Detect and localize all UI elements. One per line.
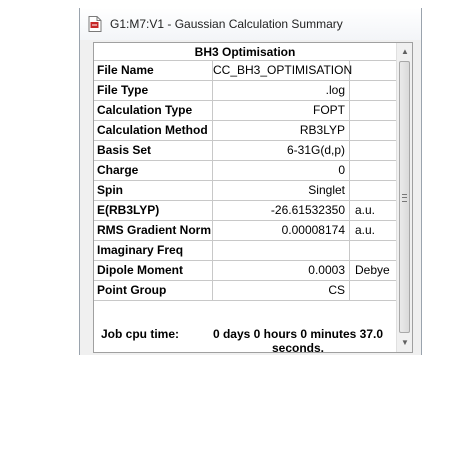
row-value: CC_BH3_OPTIMISATION bbox=[213, 61, 352, 80]
chevron-up-icon[interactable]: ▲ bbox=[397, 44, 413, 60]
job-cpu-label: Job cpu time: bbox=[101, 327, 180, 341]
window-title: G1:M7:V1 - Gaussian Calculation Summary bbox=[110, 17, 343, 31]
gaussian-summary-window: G1:M7:V1 - Gaussian Calculation Summary … bbox=[79, 8, 422, 355]
title-bar[interactable]: G1:M7:V1 - Gaussian Calculation Summary bbox=[80, 8, 421, 40]
row-label: RMS Gradient Norm bbox=[94, 221, 213, 240]
table-row: File Type .log bbox=[94, 81, 396, 101]
table-row: Imaginary Freq bbox=[94, 241, 396, 261]
row-label: File Name bbox=[94, 61, 213, 80]
row-label: E(RB3LYP) bbox=[94, 201, 213, 220]
gaussian-document-icon bbox=[88, 16, 102, 32]
summary-panel: BH3 Optimisation File Name CC_BH3_OPTIMI… bbox=[93, 42, 413, 355]
row-value: FOPT bbox=[213, 101, 350, 120]
row-value: -26.61532350 bbox=[213, 201, 350, 220]
row-label: File Type bbox=[94, 81, 213, 100]
row-value bbox=[213, 241, 350, 260]
scroll-thumb[interactable] bbox=[399, 61, 410, 333]
job-cpu-footer: Job cpu time: 0 days 0 hours 0 minutes 3… bbox=[94, 319, 396, 355]
table-row: Spin Singlet bbox=[94, 181, 396, 201]
vertical-scrollbar[interactable]: ▲ ▼ bbox=[396, 43, 412, 352]
row-label: Calculation Type bbox=[94, 101, 213, 120]
row-unit bbox=[350, 141, 396, 160]
row-label: Charge bbox=[94, 161, 213, 180]
table-row: RMS Gradient Norm 0.00008174 a.u. bbox=[94, 221, 396, 241]
table-row: Basis Set 6-31G(d,p) bbox=[94, 141, 396, 161]
row-unit bbox=[350, 281, 396, 300]
row-label: Point Group bbox=[94, 281, 213, 300]
row-unit: a.u. bbox=[355, 223, 376, 237]
row-value: 0.0003 bbox=[213, 261, 350, 280]
row-unit bbox=[350, 241, 396, 260]
table-row: Dipole Moment 0.0003 Debye bbox=[94, 261, 396, 281]
grip-icon bbox=[402, 194, 407, 202]
row-label: Calculation Method bbox=[94, 121, 213, 140]
row-label: Imaginary Freq bbox=[94, 241, 213, 260]
row-unit bbox=[350, 181, 396, 200]
row-unit: a.u. bbox=[355, 203, 376, 217]
row-value: RB3LYP bbox=[213, 121, 350, 140]
row-value: Singlet bbox=[213, 181, 350, 200]
row-value: 6-31G(d,p) bbox=[213, 141, 350, 160]
row-label: Basis Set bbox=[94, 141, 213, 160]
table-row: Charge 0 bbox=[94, 161, 396, 181]
row-value: 0.00008174 bbox=[213, 221, 350, 240]
row-label: Dipole Moment bbox=[94, 261, 213, 280]
row-unit bbox=[350, 161, 396, 180]
summary-grid: BH3 Optimisation File Name CC_BH3_OPTIMI… bbox=[94, 43, 396, 355]
table-row: Point Group CS bbox=[94, 281, 396, 301]
row-unit bbox=[350, 101, 396, 120]
summary-header: BH3 Optimisation bbox=[94, 43, 396, 61]
row-value: CS bbox=[213, 281, 350, 300]
row-unit bbox=[350, 121, 396, 140]
table-row: Calculation Method RB3LYP bbox=[94, 121, 396, 141]
chevron-down-icon[interactable]: ▼ bbox=[397, 335, 413, 351]
job-cpu-value: 0 days 0 hours 0 minutes 37.0 seconds. bbox=[212, 327, 384, 355]
row-unit bbox=[350, 61, 396, 80]
table-row: E(RB3LYP) -26.61532350 a.u. bbox=[94, 201, 396, 221]
row-value: .log bbox=[213, 81, 350, 100]
row-unit: Debye bbox=[355, 263, 390, 277]
row-unit bbox=[350, 81, 396, 100]
table-row: File Name CC_BH3_OPTIMISATION bbox=[94, 61, 396, 81]
row-value: 0 bbox=[213, 161, 350, 180]
row-label: Spin bbox=[94, 181, 213, 200]
table-row: Calculation Type FOPT bbox=[94, 101, 396, 121]
